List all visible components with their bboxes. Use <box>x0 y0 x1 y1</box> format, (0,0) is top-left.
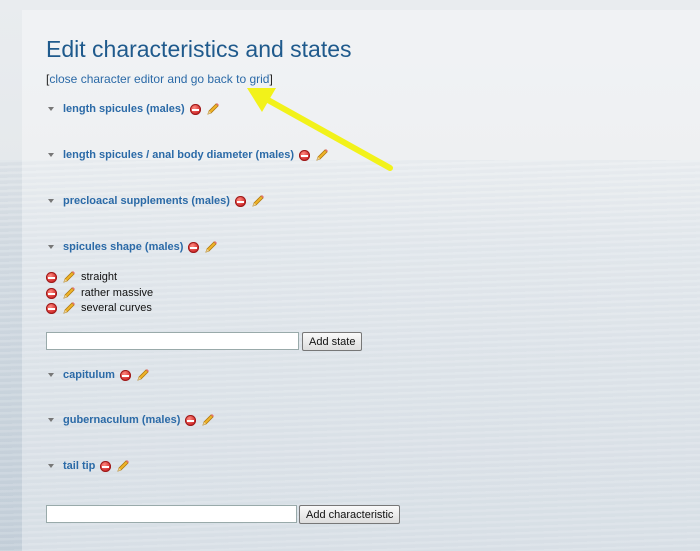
annotation-arrow <box>247 88 393 171</box>
